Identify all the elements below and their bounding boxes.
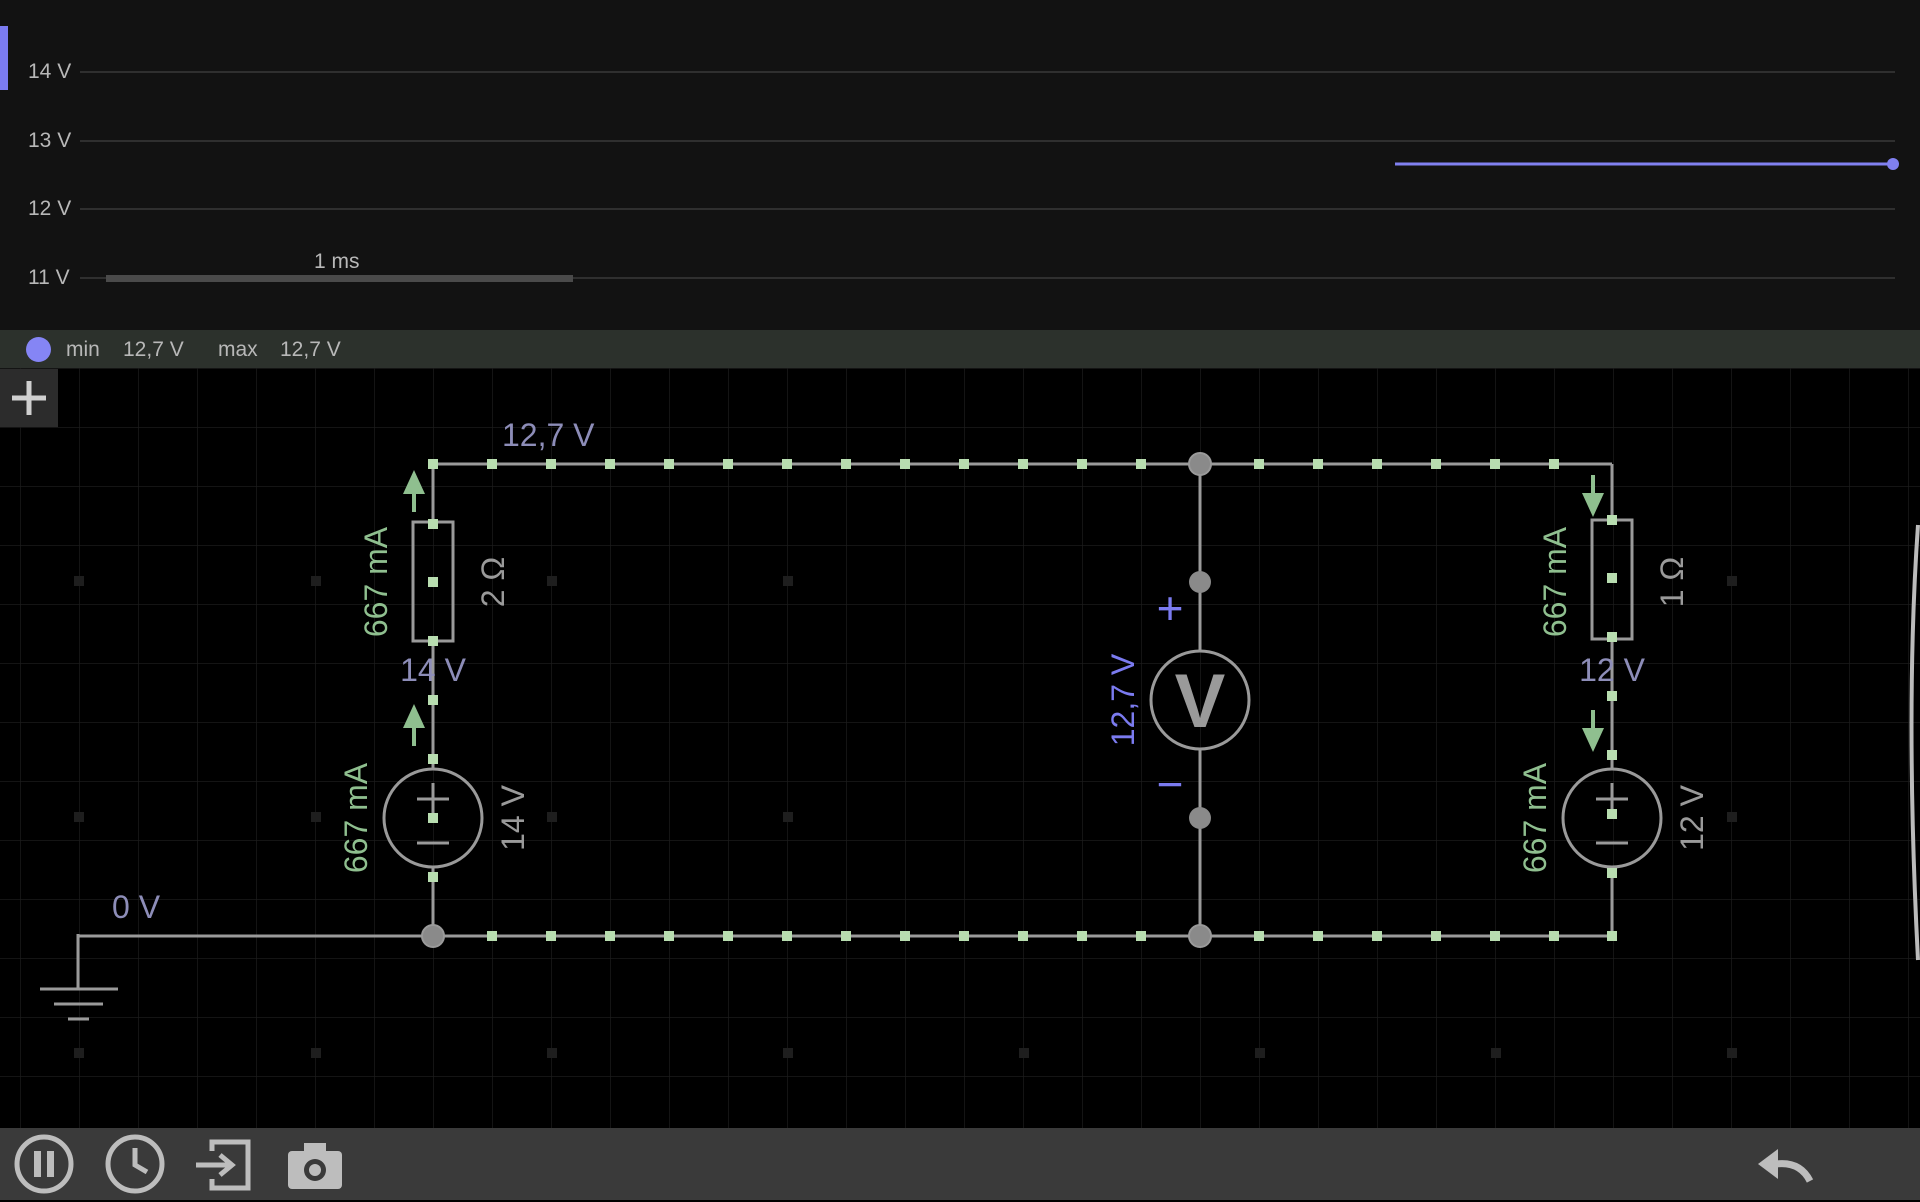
flow-dot xyxy=(1431,459,1441,469)
flow-dot xyxy=(1372,931,1382,941)
flow-dot xyxy=(1549,931,1559,941)
plus-icon xyxy=(12,381,46,415)
screenshot-button[interactable] xyxy=(282,1131,348,1197)
circuit-canvas[interactable]: V + − 12,7 V 0 V 14 V 12 V 667 mA 2 Ω 66… xyxy=(0,368,1920,1128)
flow-dot xyxy=(428,519,438,529)
import-button[interactable] xyxy=(190,1131,256,1197)
flow-dot xyxy=(1490,459,1500,469)
flow-dot xyxy=(1607,632,1617,642)
flow-dot xyxy=(664,931,674,941)
flow-dot xyxy=(1607,515,1617,525)
ground-voltage: 0 V xyxy=(112,889,161,925)
left-resistor-value: 2 Ω xyxy=(475,557,511,608)
min-label: min xyxy=(66,338,100,361)
right-source-voltage: 12 V xyxy=(1674,784,1710,850)
flow-dot xyxy=(605,459,615,469)
grid-background xyxy=(0,368,1920,1128)
flow-dot xyxy=(841,459,851,469)
undo-button[interactable] xyxy=(1752,1131,1818,1197)
flow-dot xyxy=(1607,691,1617,701)
flow-dot xyxy=(428,754,438,764)
max-label: max xyxy=(218,338,258,361)
flow-dot xyxy=(841,931,851,941)
left-node-voltage: 14 V xyxy=(400,652,466,688)
import-icon xyxy=(196,1139,251,1191)
flow-dot xyxy=(723,931,733,941)
flow-dot xyxy=(900,931,910,941)
clock-icon xyxy=(105,1134,165,1194)
left-source-current: 667 mA xyxy=(338,762,374,873)
max-value: 12,7 V xyxy=(280,338,341,361)
flow-dot xyxy=(664,459,674,469)
flow-dot xyxy=(546,931,556,941)
flow-dot xyxy=(1549,459,1559,469)
timescale-label: 1 ms xyxy=(314,250,360,273)
flow-dot xyxy=(428,695,438,705)
flow-dot xyxy=(900,459,910,469)
flow-dot xyxy=(1254,931,1264,941)
flow-dot xyxy=(1313,931,1323,941)
flow-dot xyxy=(1607,809,1617,819)
pause-button[interactable] xyxy=(11,1131,77,1197)
flow-dot xyxy=(487,459,497,469)
add-component-button[interactable] xyxy=(0,369,58,427)
trace-endpoint xyxy=(1887,158,1899,170)
right-resistor-value: 1 Ω xyxy=(1654,557,1690,608)
voltmeter-minus-sign: − xyxy=(1157,758,1184,810)
timescale-bar xyxy=(106,275,573,282)
flow-dot xyxy=(782,459,792,469)
flow-dot xyxy=(428,577,438,587)
flow-dot xyxy=(1607,931,1617,941)
flow-dot xyxy=(605,931,615,941)
flow-dot xyxy=(1136,931,1146,941)
pause-icon xyxy=(14,1134,74,1194)
voltmeter-reading: 12,7 V xyxy=(1105,653,1141,746)
scope-plot xyxy=(80,71,1899,282)
flow-dot xyxy=(1607,573,1617,583)
flow-dot xyxy=(1077,459,1087,469)
undo-icon xyxy=(1758,1149,1814,1183)
flow-dot xyxy=(1136,459,1146,469)
trace-color-dot[interactable] xyxy=(26,337,51,362)
flow-dot xyxy=(1490,931,1500,941)
min-value: 12,7 V xyxy=(123,338,184,361)
flow-dot xyxy=(1077,931,1087,941)
camera-icon xyxy=(288,1143,342,1189)
flow-dot xyxy=(1313,459,1323,469)
flow-dot xyxy=(1018,459,1028,469)
flow-dot xyxy=(1607,750,1617,760)
flow-dot xyxy=(428,636,438,646)
right-source-current: 667 mA xyxy=(1517,762,1553,873)
flow-dot xyxy=(782,931,792,941)
flow-dot xyxy=(546,459,556,469)
flow-dot xyxy=(1607,868,1617,878)
right-resistor-current: 667 mA xyxy=(1537,526,1573,637)
flow-dot xyxy=(487,931,497,941)
flow-dot xyxy=(428,459,438,469)
flow-dot xyxy=(428,813,438,823)
voltmeter-symbol: V xyxy=(1175,659,1226,744)
flow-dot xyxy=(428,872,438,882)
right-node-voltage: 12 V xyxy=(1579,652,1645,688)
left-resistor-current: 667 mA xyxy=(358,526,394,637)
flow-dot xyxy=(1018,931,1028,941)
flow-dot xyxy=(1431,931,1441,941)
simulation-speed-button[interactable] xyxy=(102,1131,168,1197)
flow-dot xyxy=(723,459,733,469)
voltmeter-plus-sign: + xyxy=(1157,582,1184,634)
flow-dot xyxy=(959,931,969,941)
flow-dot xyxy=(1372,459,1382,469)
flow-dot xyxy=(959,459,969,469)
flow-dot xyxy=(1254,459,1264,469)
top-node-voltage: 12,7 V xyxy=(502,417,595,453)
oscilloscope-panel[interactable]: 14 V 13 V 12 V 11 V 1 ms xyxy=(0,0,1920,330)
left-source-voltage: 14 V xyxy=(495,784,531,850)
